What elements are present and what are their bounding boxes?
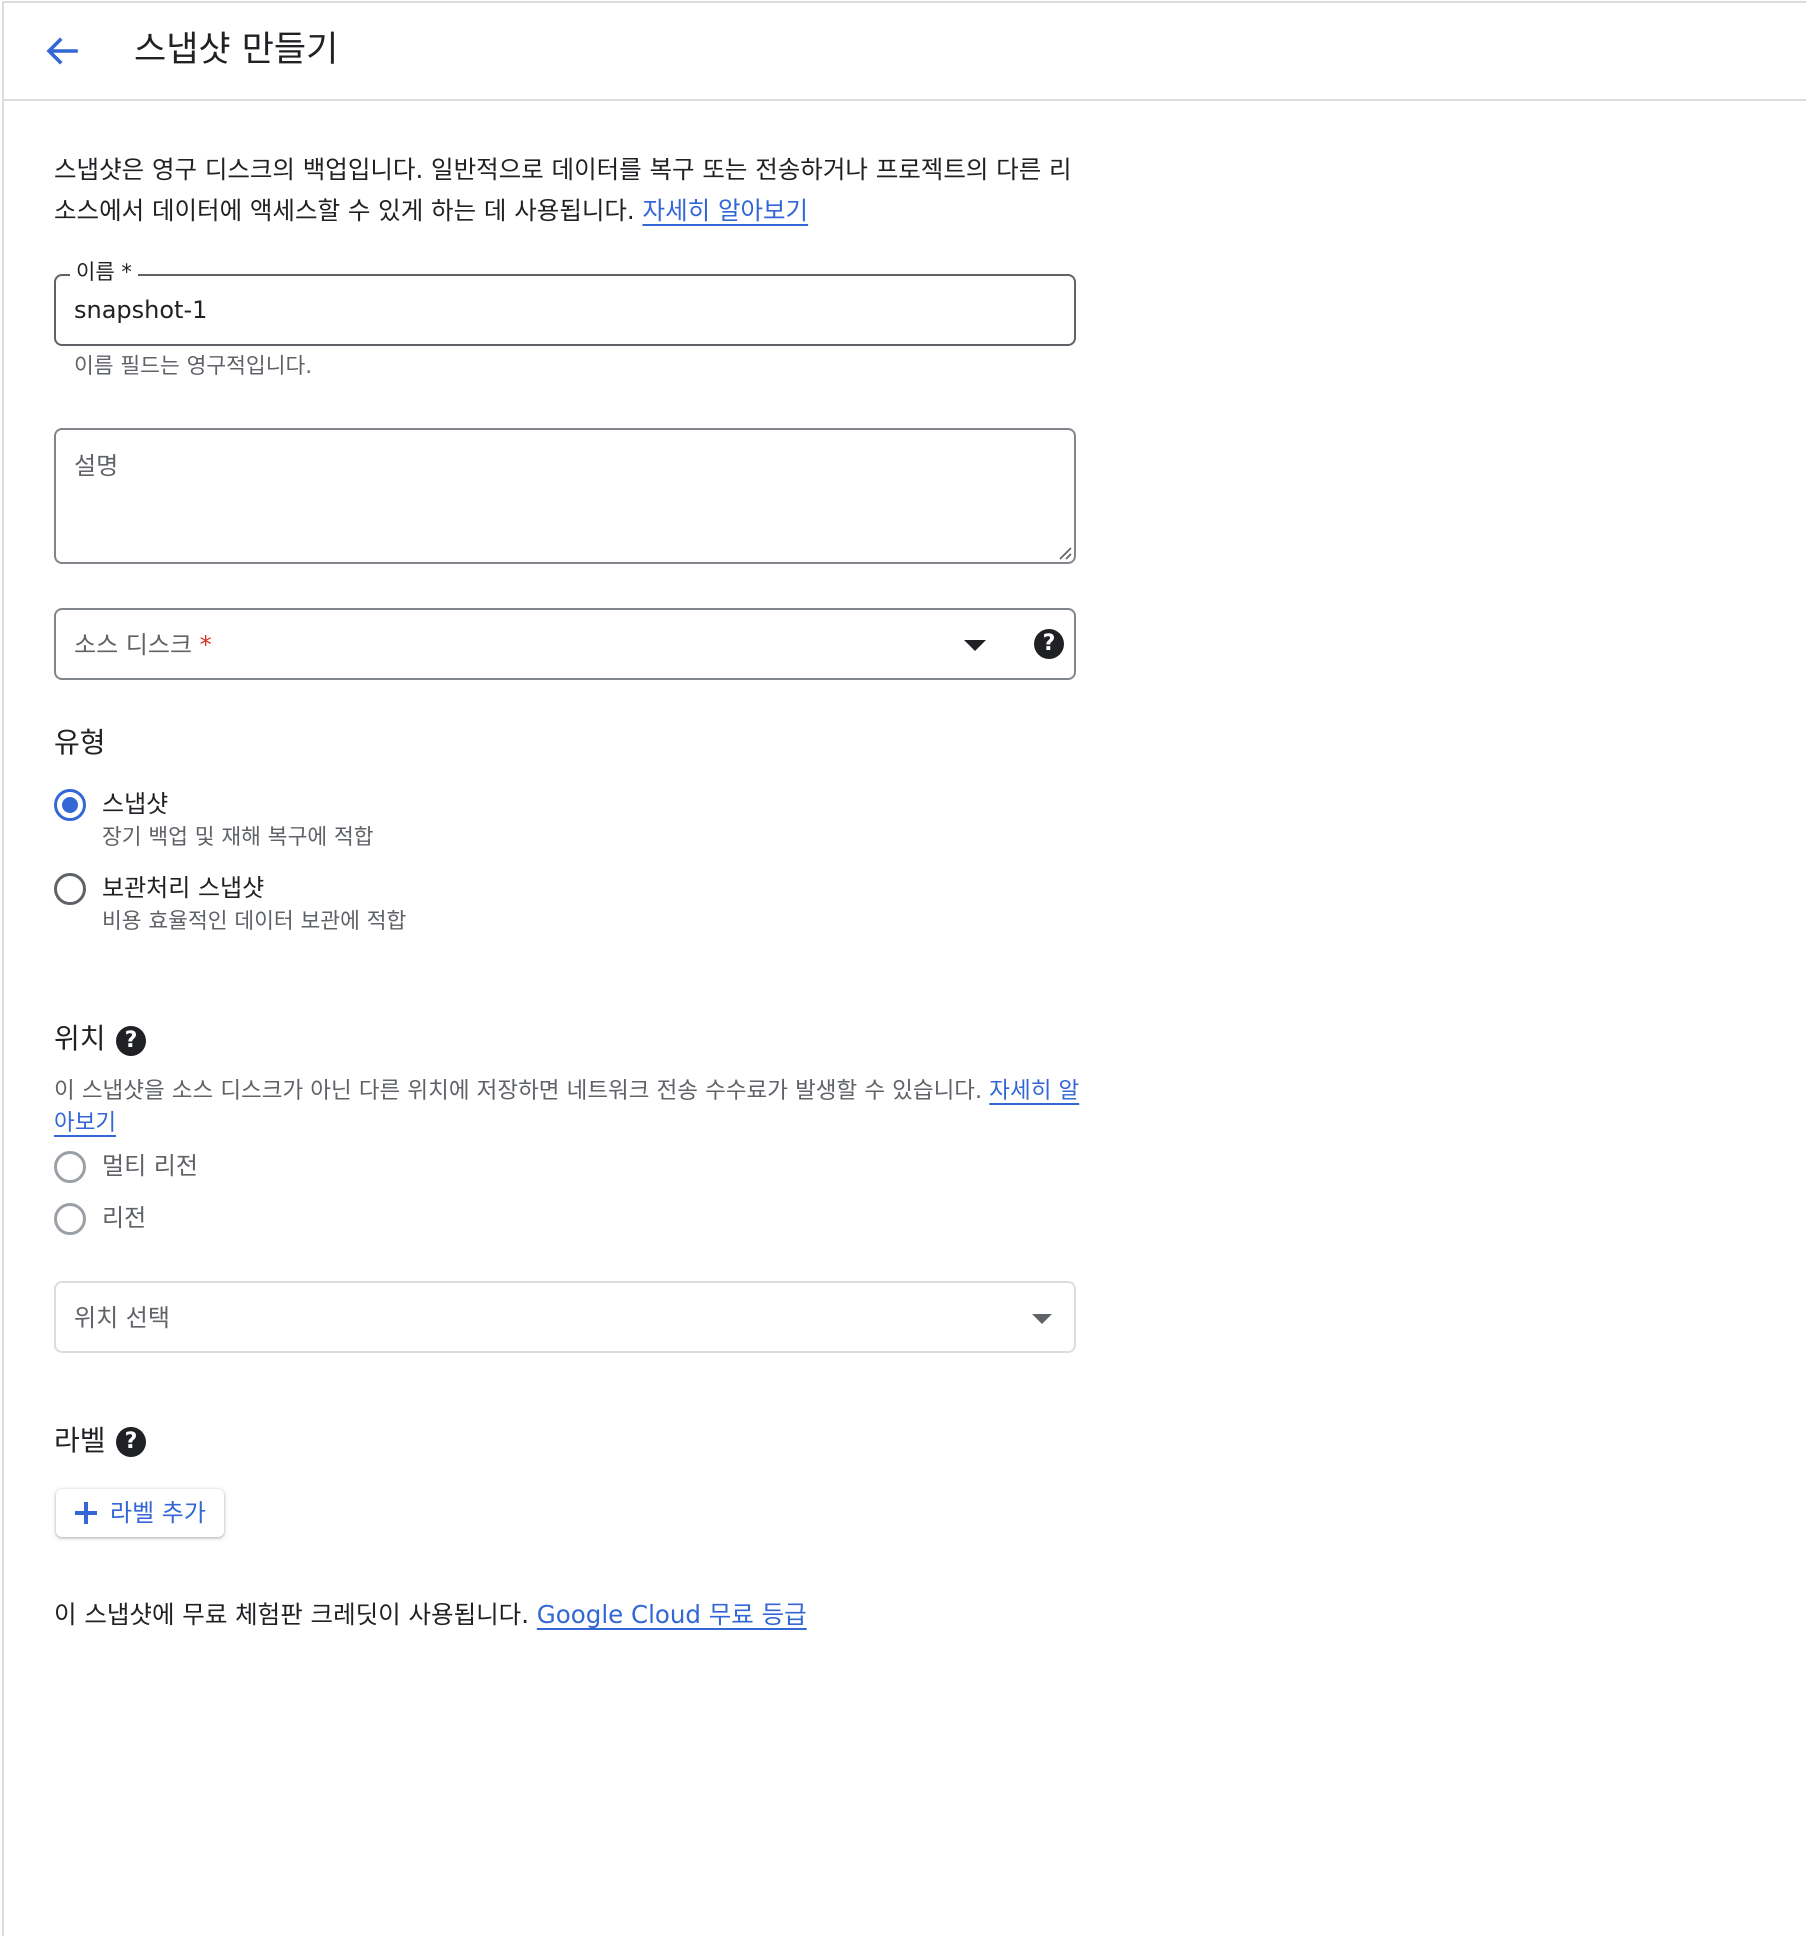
page-frame: 스냅샷 만들기 스냅샷은 영구 디스크의 백업입니다. 일반적으로 데이터를 복… [2, 1, 1806, 1936]
radio-button[interactable] [54, 1151, 86, 1183]
help-icon[interactable]: ? [1034, 629, 1064, 659]
learn-more-link[interactable]: 자세히 알아보기 [643, 196, 809, 225]
location-title-text: 위치 [54, 1022, 106, 1055]
radio-sublabel: 비용 효율적인 데이터 보관에 적합 [102, 909, 407, 934]
labels-section-title: 라벨 [54, 1421, 106, 1461]
description-textarea[interactable] [74, 446, 1054, 546]
radio-button-checked[interactable] [54, 789, 86, 821]
radio-label: 스냅샷 [102, 790, 169, 818]
radio-button[interactable] [54, 1203, 86, 1235]
credit-note-text: 이 스냅샷에 무료 체험판 크레딧이 사용됩니다. [54, 1600, 529, 1629]
source-disk-select[interactable]: 소스 디스크 * ? [54, 608, 1076, 680]
name-field[interactable]: 이름 * [54, 257, 1076, 346]
credit-note: 이 스냅샷에 무료 체험판 크레딧이 사용됩니다. Google Cloud 무… [54, 1595, 807, 1635]
required-mark: * [199, 631, 212, 659]
location-select[interactable]: 위치 선택 [54, 1281, 1076, 1353]
name-helper-text: 이름 필드는 영구적입니다. [74, 354, 313, 379]
page-title: 스냅샷 만들기 [134, 30, 339, 70]
name-field-label: 이름 * [70, 257, 138, 287]
resize-grip-icon[interactable] [1056, 544, 1072, 560]
location-select-label: 위치 선택 [74, 1304, 170, 1332]
add-label-button[interactable]: 라벨 추가 [56, 1489, 224, 1537]
radio-label: 보관처리 스냅샷 [102, 874, 265, 902]
source-disk-label: 소스 디스크 * [74, 628, 212, 662]
help-icon[interactable]: ? [116, 1427, 146, 1457]
intro-text: 스냅샷은 영구 디스크의 백업입니다. 일반적으로 데이터를 복구 또는 전송하… [54, 149, 1084, 231]
chevron-down-icon [1032, 1314, 1052, 1324]
location-description-text: 이 스냅샷을 소스 디스크가 아닌 다른 위치에 저장하면 네트워크 전송 수수… [54, 1078, 983, 1104]
source-disk-label-text: 소스 디스크 [74, 631, 193, 659]
back-button[interactable] [40, 29, 84, 73]
description-field[interactable] [54, 428, 1076, 564]
add-label-button-text: 라벨 추가 [110, 1499, 206, 1527]
arrow-back-icon [46, 37, 78, 65]
radio-label: 멀티 리전 [102, 1152, 198, 1180]
radio-label: 리전 [102, 1204, 147, 1232]
plus-icon [74, 1501, 98, 1525]
location-section-title: 위치 [54, 1019, 106, 1059]
radio-sublabel: 장기 백업 및 재해 복구에 적합 [102, 825, 374, 850]
free-tier-link[interactable]: Google Cloud 무료 등급 [537, 1600, 807, 1629]
radio-button[interactable] [54, 873, 86, 905]
page-header: 스냅샷 만들기 [4, 3, 1806, 101]
location-description: 이 스냅샷을 소스 디스크가 아닌 다른 위치에 저장하면 네트워크 전송 수수… [54, 1075, 1084, 1139]
chevron-down-icon [964, 640, 986, 651]
labels-title-text: 라벨 [54, 1424, 106, 1457]
name-input[interactable] [74, 288, 1054, 332]
type-section-title: 유형 [54, 726, 106, 759]
intro-description: 스냅샷은 영구 디스크의 백업입니다. 일반적으로 데이터를 복구 또는 전송하… [54, 155, 1072, 225]
help-icon[interactable]: ? [116, 1026, 146, 1056]
